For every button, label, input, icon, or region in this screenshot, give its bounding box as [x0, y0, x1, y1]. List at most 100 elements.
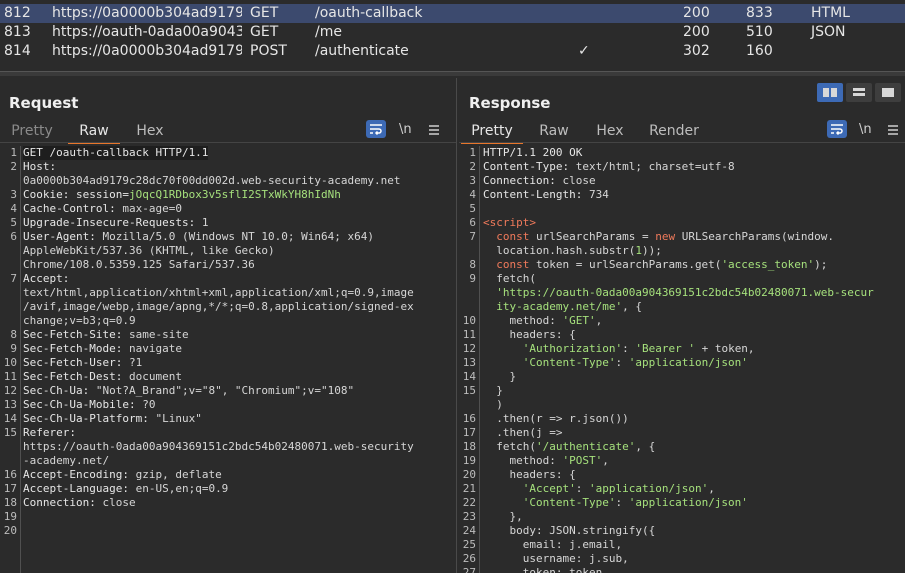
- code-token: Accept:: [23, 272, 70, 285]
- code-token: 'GET': [562, 314, 596, 327]
- code-line: Host:: [23, 160, 56, 174]
- line-number: 3: [469, 174, 476, 187]
- history-cell-method: GET: [250, 5, 279, 21]
- code-line: 'Content-Type': 'application/json': [483, 496, 748, 510]
- code-token: HTTP/1.1 200 OK: [483, 146, 583, 159]
- code-token: Content-Length:: [483, 188, 589, 201]
- code-token: 'POST': [562, 454, 603, 467]
- code-line: <script>: [483, 216, 536, 230]
- code-token: new: [655, 230, 676, 243]
- code-token: );: [814, 258, 828, 271]
- code-token: https://oauth-0ada00a904369151c2bdc54b02…: [23, 440, 414, 453]
- code-token: Sec-Fetch-Dest:: [23, 370, 129, 383]
- line-number: 11: [3, 370, 17, 383]
- newline-toggle-icon[interactable]: \n: [399, 120, 412, 140]
- line-number: 9: [10, 342, 17, 355]
- code-token: ,: [708, 482, 715, 495]
- tab-render[interactable]: Render: [647, 120, 701, 142]
- code-line: location.hash.substr(1));: [483, 244, 662, 258]
- code-token: Referer:: [23, 426, 76, 439]
- code-token: email: j.email,: [483, 538, 623, 551]
- code-token: text/html,application/xhtml+xml,applicat…: [23, 286, 414, 299]
- code-line: method: 'POST',: [483, 454, 608, 468]
- code-line: Sec-Ch-Ua-Mobile: ?0: [23, 398, 155, 412]
- history-row[interactable]: 813 https://oauth-0ada00a9043... GET/me 200…: [0, 23, 905, 42]
- line-number: 18: [3, 496, 17, 509]
- line-number: 10: [3, 356, 17, 369]
- code-token: Accept-Encoding:: [23, 468, 136, 481]
- request-tabs: Pretty Raw Hex: [0, 120, 456, 144]
- line-number: 19: [3, 510, 17, 523]
- code-line: Sec-Ch-Ua-Platform: "Linux": [23, 412, 202, 426]
- tab-underline: [459, 142, 905, 143]
- history-cell-mime: HTML: [811, 5, 850, 21]
- pane-divider[interactable]: [0, 71, 905, 76]
- code-token: session: [75, 188, 123, 201]
- code-token: 1: [201, 216, 209, 229]
- http-history-table: 812 https://0a0000b304ad9179... GET/oauth-…: [0, 0, 905, 73]
- split-horizontal-icon[interactable]: [846, 83, 872, 102]
- tab-hex[interactable]: Hex: [592, 120, 628, 142]
- word-wrap-icon[interactable]: [827, 120, 847, 138]
- code-token: const: [496, 230, 530, 243]
- line-number: 11: [462, 328, 476, 341]
- code-token: navigate: [128, 342, 182, 355]
- code-token: , {: [635, 440, 656, 453]
- request-title: Request: [9, 94, 79, 112]
- word-wrap-icon[interactable]: [366, 120, 386, 138]
- tab-hex[interactable]: Hex: [131, 120, 169, 142]
- line-number: 4: [469, 188, 476, 201]
- code-token: <script>: [483, 216, 536, 229]
- code-line: 'Authorization': 'Bearer ' + token,: [483, 342, 755, 356]
- history-row[interactable]: 812 https://0a0000b304ad9179... GET/oauth-…: [0, 4, 905, 23]
- code-token: Mozilla/5.0 (Windows NT 10.0; Win64; x64…: [102, 230, 375, 243]
- tab-raw[interactable]: Raw: [68, 120, 120, 144]
- tab-raw[interactable]: Raw: [534, 120, 574, 142]
- code-token: Connection:: [483, 174, 563, 187]
- history-row[interactable]: 814 https://0a0000b304ad9179... POST/authe…: [0, 42, 905, 61]
- code-line: AppleWebKit/537.36 (KHTML, like Gecko): [23, 244, 275, 258]
- code-token: Sec-Ch-Ua:: [23, 384, 96, 397]
- code-token: :: [615, 356, 629, 369]
- code-token: Sec-Fetch-User:: [23, 356, 129, 369]
- code-token: 'Authorization': [522, 342, 623, 355]
- tab-pretty[interactable]: Pretty: [461, 120, 523, 144]
- hamburger-menu-icon[interactable]: [428, 120, 440, 140]
- code-token: '/authenticate': [535, 440, 636, 453]
- code-token: :: [622, 342, 636, 355]
- history-cell-method: POST: [250, 43, 287, 59]
- code-token: -academy.net/: [23, 454, 110, 467]
- response-editor[interactable]: 1 HTTP/1.1 200 OK 2 Content-Type: text/html…: [459, 144, 905, 573]
- code-token: max-age=0: [122, 202, 182, 215]
- code-line: method: 'GET',: [483, 314, 602, 328]
- line-number: 5: [469, 202, 476, 215]
- line-number: 24: [462, 524, 476, 537]
- code-token: gzip, deflate: [135, 468, 222, 481]
- history-cell-num: 812: [4, 5, 31, 21]
- code-token: :: [575, 482, 589, 495]
- code-token: username: j.sub,: [483, 552, 629, 565]
- code-line: 'Content-Type': 'application/json': [483, 356, 748, 370]
- code-token: "Linux": [155, 412, 202, 425]
- request-editor[interactable]: 1 GET /oauth-callback HTTP/1.1 2 Host: 0a000…: [0, 144, 456, 573]
- single-pane-icon[interactable]: [875, 83, 901, 102]
- split-vertical-icon[interactable]: [817, 83, 843, 102]
- hamburger-menu-icon[interactable]: [887, 120, 899, 140]
- code-line: .then(r => r.json()): [483, 412, 628, 426]
- tab-pretty[interactable]: Pretty: [8, 120, 56, 142]
- code-token: Cookie:: [23, 188, 76, 201]
- code-token: change;v=b3;q=0.9: [23, 314, 136, 327]
- code-token: 'Bearer ': [635, 342, 695, 355]
- code-token: fetch(: [483, 272, 536, 285]
- code-token: Host:: [23, 160, 57, 173]
- line-number: 1: [10, 146, 17, 159]
- newline-toggle-icon[interactable]: \n: [859, 120, 872, 140]
- line-number: 21: [462, 482, 476, 495]
- code-token: Chrome/108.0.5359.125 Safari/537.36: [23, 258, 255, 271]
- code-token: method:: [483, 314, 563, 327]
- code-line: }: [483, 370, 516, 384]
- code-token: 'Accept': [522, 482, 576, 495]
- line-number: 15: [462, 384, 476, 397]
